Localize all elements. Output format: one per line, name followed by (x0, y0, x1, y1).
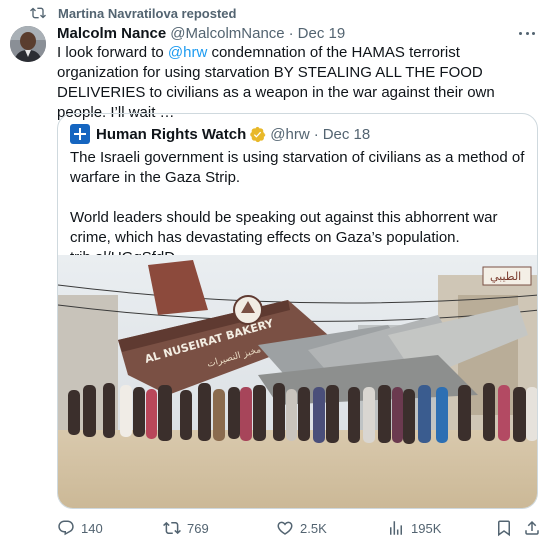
more-dot (525, 31, 529, 35)
header-separator: · (288, 24, 294, 42)
bookmark-button[interactable] (495, 518, 513, 538)
author-name[interactable]: Malcolm Nance (57, 25, 166, 42)
reply-icon (58, 520, 74, 536)
repost-text: Martina Navratilova reposted (58, 5, 237, 21)
tweet-text: I look forward to @hrw condemnation of t… (57, 43, 537, 123)
quoted-tweet[interactable]: Human Rights Watch @hrw · Dec 18 The Isr… (57, 113, 538, 509)
right-sign-arabic: الطيبي (490, 270, 521, 283)
quote-separator: · (313, 125, 319, 143)
quote-paragraph-1: The Israeli government is using starvati… (70, 149, 525, 186)
quote-author-handle[interactable]: @hrw (270, 126, 309, 143)
quote-date[interactable]: Dec 18 (323, 126, 371, 143)
more-dot (532, 31, 535, 35)
hrw-logo-icon (70, 124, 90, 144)
like-button[interactable]: 2.5K (276, 518, 327, 538)
quote-author-name[interactable]: Human Rights Watch (96, 126, 246, 143)
tweet-text-start: I look forward to (57, 44, 168, 61)
tweet-header: Malcolm Nance @MalcolmNance · Dec 19 (57, 23, 345, 43)
avatar-image (10, 26, 46, 62)
more-options-icon[interactable] (517, 24, 537, 42)
views-button[interactable]: 195K (387, 518, 441, 538)
views-chart-icon (390, 521, 402, 535)
repost-icon (163, 521, 181, 535)
more-dot (519, 31, 522, 35)
repost-icon (30, 7, 46, 19)
avatar[interactable] (10, 26, 46, 62)
views-count: 195K (411, 520, 442, 536)
like-count: 2.5K (300, 520, 327, 536)
repost-button[interactable]: 769 (163, 518, 209, 538)
repost-indicator[interactable]: Martina Navratilova reposted (30, 4, 236, 22)
quote-photo[interactable]: AL NUSEIRAT BAKERY مخبز النصيرات الطيبي (58, 255, 537, 508)
quote-header: Human Rights Watch @hrw · Dec 18 (70, 124, 370, 144)
share-icon (525, 520, 539, 535)
bakery-photo: AL NUSEIRAT BAKERY مخبز النصيرات الطيبي (58, 255, 537, 508)
reply-button[interactable]: 140 (57, 518, 103, 538)
bookmark-icon (498, 520, 510, 537)
reply-count: 140 (81, 520, 103, 536)
tweet-date[interactable]: Dec 19 (298, 25, 346, 42)
mention-link[interactable]: @hrw (168, 44, 207, 61)
action-bar: 140 769 2.5K 195K (57, 518, 541, 538)
share-button[interactable] (523, 518, 541, 538)
quote-text: The Israeli government is using starvati… (70, 148, 532, 268)
repost-count: 769 (187, 520, 209, 536)
heart-icon (277, 521, 293, 535)
verified-gold-icon (250, 126, 266, 142)
author-handle[interactable]: @MalcolmNance (170, 25, 284, 42)
